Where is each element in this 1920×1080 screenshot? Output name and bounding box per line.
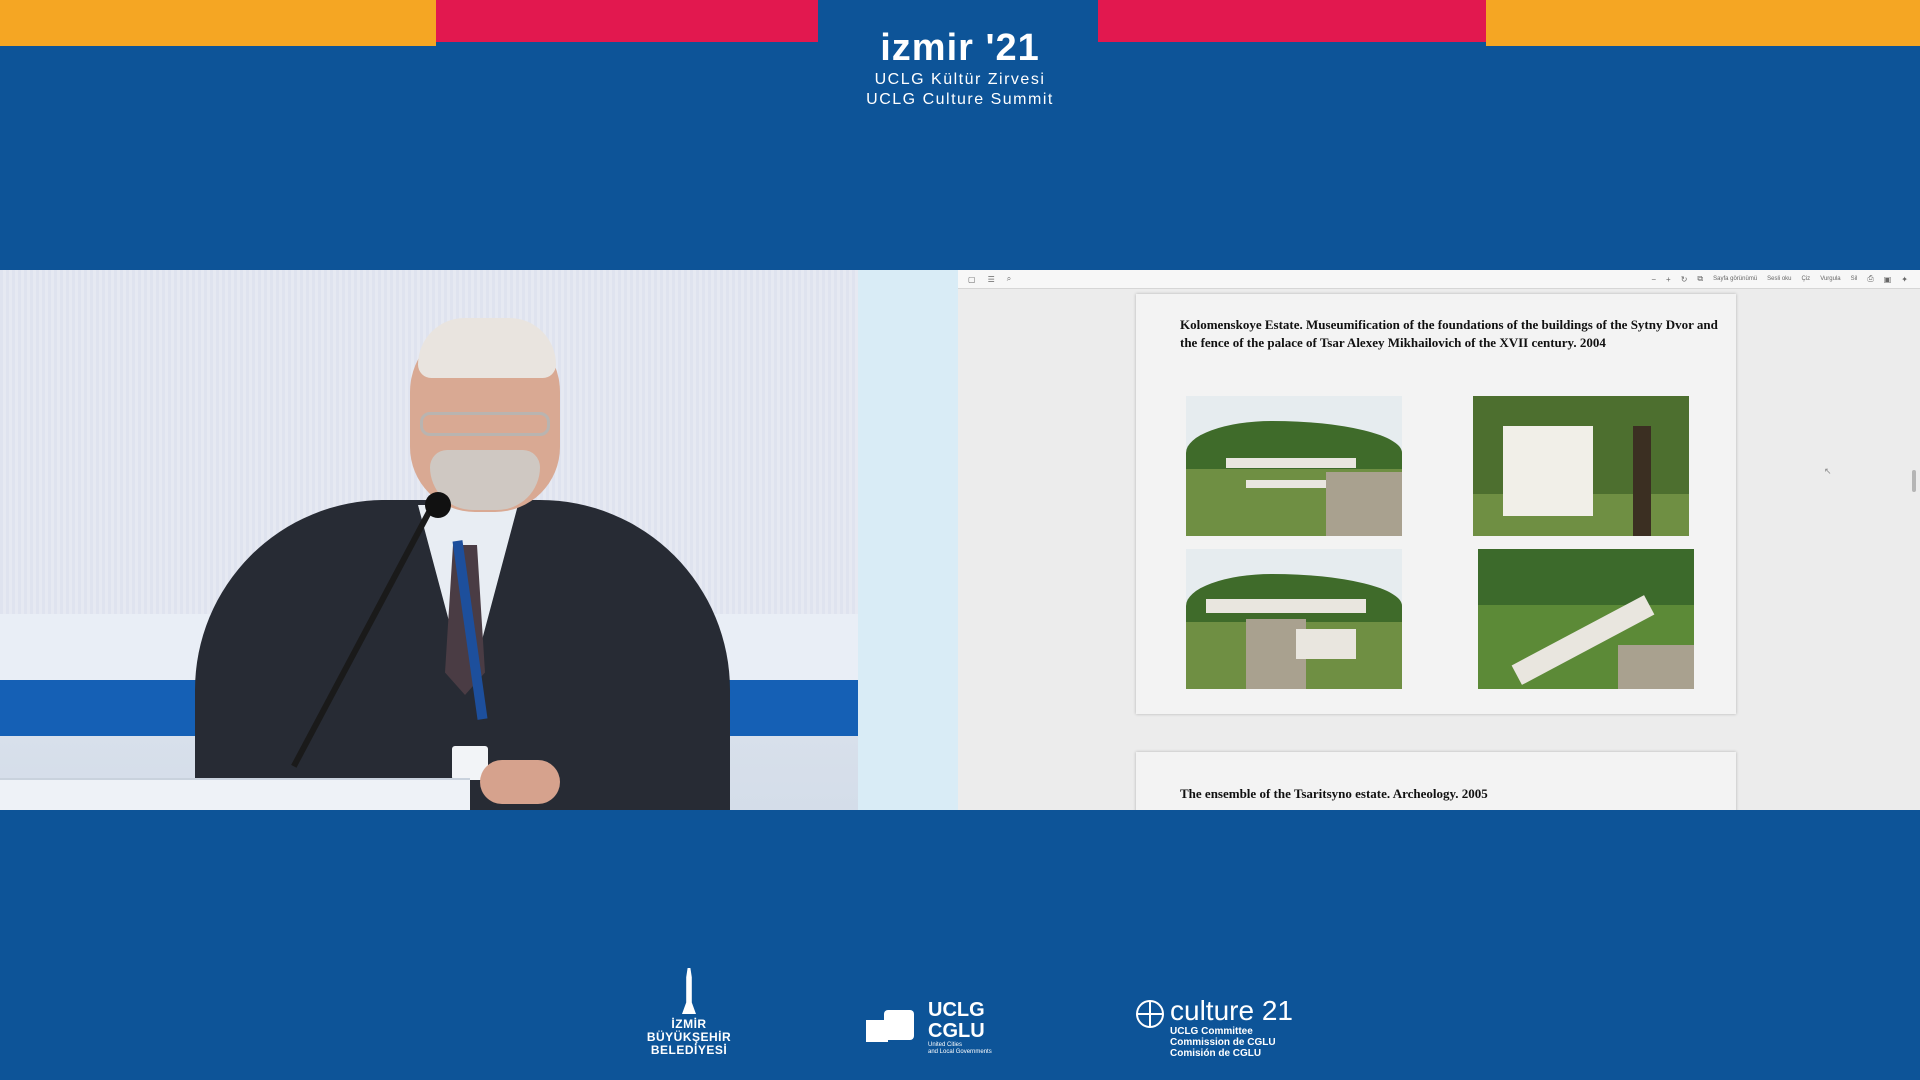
fit-page-icon[interactable]: ⧉: [1697, 274, 1703, 284]
print-icon[interactable]: ⎙: [1867, 274, 1873, 284]
globe-icon: [1136, 1000, 1164, 1028]
screen-share-pdf-viewer: ▢ ☰ ⌕ − + ↻ ⧉ Sayfa görünümü Sesli oku Ç…: [958, 270, 1920, 810]
cursor-icon: ↖: [1824, 466, 1832, 476]
pdf-page-2: The ensemble of the Tsaritsyno estate. A…: [1136, 752, 1736, 810]
page-view-icon[interactable]: ☰: [988, 275, 995, 284]
culture21-line-1: UCLG Committee: [1170, 1026, 1253, 1037]
pin-icon[interactable]: ✦: [1901, 275, 1908, 284]
page-heading: Kolomenskoye Estate. Museumification of …: [1180, 317, 1718, 350]
window-icon[interactable]: ▢: [968, 275, 976, 284]
read-aloud-button[interactable]: Sesli oku: [1767, 276, 1791, 282]
culture21-logo: culture 21 UCLG Committee Commission de …: [1136, 996, 1293, 1059]
highlight-button[interactable]: Vurgula: [1820, 276, 1840, 282]
uclg-logo-small-2: and Local Governments: [928, 1049, 992, 1055]
culture21-line-2: Commission de CGLU: [1170, 1037, 1276, 1048]
speaker-glasses: [420, 412, 550, 436]
stone-foundations-photo: [1186, 549, 1402, 689]
culture21-name: culture 21: [1170, 995, 1293, 1026]
uclg-logo-small-1: United Cities: [928, 1042, 963, 1048]
draw-button[interactable]: Çiz: [1802, 276, 1811, 282]
pdf-page-1: Kolomenskoye Estate. Museumification of …: [1136, 294, 1736, 714]
summit-broadcast: izmir '21 UCLG Kültür Zirvesi UCLG Cultu…: [0, 0, 1920, 1080]
speaker: [0, 270, 858, 810]
white-building-photo: [1473, 396, 1689, 536]
zoom-out-icon[interactable]: −: [1651, 275, 1656, 284]
speaker-camera-feed: [0, 270, 858, 810]
event-subtitle-tr: UCLG Kültür Zirvesi: [874, 71, 1046, 88]
fence-foundation-photo: [1478, 549, 1694, 689]
izmir-municipality-logo: İZMİR BÜYÜKŞEHİR BELEDİYESİ: [644, 968, 734, 1057]
uclg-logo: UCLG CGLU United Cities and Local Govern…: [866, 1000, 992, 1056]
uclg-logo-line-1: UCLG: [928, 999, 985, 1021]
uclg-logo-line-2: CGLU: [928, 1020, 985, 1042]
foundations-photo: [1186, 396, 1402, 536]
pdf-scrollbar[interactable]: [1912, 470, 1916, 492]
event-subtitle-en: UCLG Culture Summit: [866, 91, 1054, 108]
speaker-hand: [480, 760, 560, 804]
page-view-button[interactable]: Sayfa görünümü: [1713, 276, 1757, 282]
rotate-icon[interactable]: ↻: [1681, 275, 1688, 284]
culture21-line-3: Comisión de CGLU: [1170, 1048, 1262, 1059]
event-logo: izmir '21 UCLG Kültür Zirvesi UCLG Cultu…: [0, 26, 1920, 110]
podium: [0, 778, 470, 810]
video-stage: ▢ ☰ ⌕ − + ↻ ⧉ Sayfa görünümü Sesli oku Ç…: [0, 270, 1920, 810]
clock-tower-icon: [682, 968, 696, 1014]
speaker-hair: [418, 318, 556, 378]
save-icon[interactable]: ▣: [1884, 275, 1892, 284]
uclg-mark-icon: [866, 1006, 918, 1050]
erase-button[interactable]: Sil: [1851, 276, 1858, 282]
pdf-toolbar: ▢ ☰ ⌕ − + ↻ ⧉ Sayfa görünümü Sesli oku Ç…: [958, 270, 1920, 289]
zoom-in-icon[interactable]: +: [1666, 275, 1671, 284]
page-2-heading: The ensemble of the Tsaritsyno estate. A…: [1180, 786, 1488, 801]
search-icon[interactable]: ⌕: [1007, 274, 1011, 284]
izmir-logo-line-3: BELEDİYESİ: [650, 1043, 728, 1057]
event-title: izmir '21: [880, 27, 1040, 69]
microphone-icon: [425, 492, 451, 518]
